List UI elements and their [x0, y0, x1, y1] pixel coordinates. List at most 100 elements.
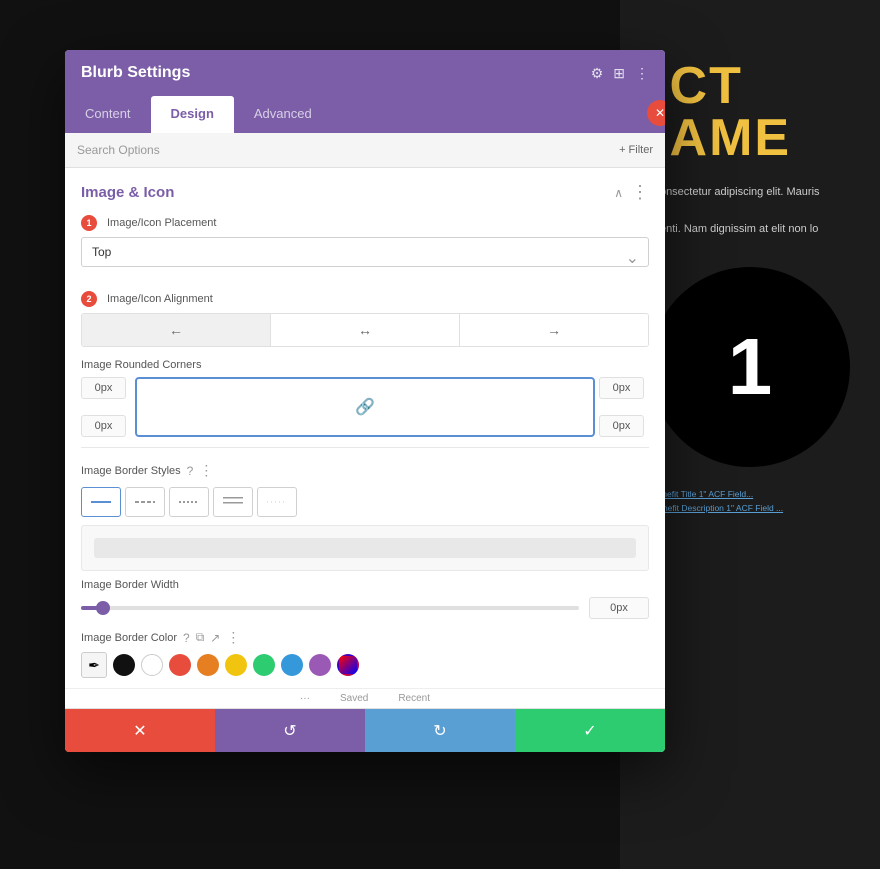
dots-indicator: ···	[300, 693, 310, 704]
image-icon-section: Image & Icon ∧ ⋮ 1 Image/Icon Placement …	[65, 168, 665, 447]
more-icon[interactable]: ⋮	[635, 65, 649, 82]
section-controls: ∧ ⋮	[614, 182, 649, 203]
settings-icon[interactable]: ⚙	[591, 65, 604, 82]
color-swatch-orange[interactable]	[197, 654, 219, 676]
alignment-label: 2 Image/Icon Alignment	[81, 291, 649, 307]
color-swatch-yellow[interactable]	[225, 654, 247, 676]
double-border-icon	[223, 495, 243, 509]
border-style-dashed-2[interactable]	[169, 487, 209, 517]
section-more-icon[interactable]: ⋮	[631, 182, 649, 203]
save-icon: ✓	[583, 721, 596, 741]
corner-bl-input[interactable]	[81, 415, 126, 437]
slider-thumb[interactable]	[96, 601, 110, 615]
color-swatch-white[interactable]	[141, 654, 163, 676]
saved-label: Saved	[340, 693, 368, 704]
corner-br-input[interactable]	[599, 415, 644, 437]
filter-label: + Filter	[619, 144, 653, 156]
redo-button[interactable]: ↻	[365, 709, 515, 752]
color-swatch-green[interactable]	[253, 654, 275, 676]
preview-number: 1	[728, 321, 773, 413]
border-inner-box	[81, 525, 649, 571]
tab-content[interactable]: Content	[65, 96, 151, 133]
section-title: Image & Icon	[81, 184, 174, 201]
color-swatch-black[interactable]	[113, 654, 135, 676]
border-style-options	[81, 487, 649, 517]
border-color-label-text: Image Border Color	[81, 632, 177, 644]
panel-header-icons: ⚙ ⊞ ⋮	[591, 65, 649, 82]
align-left-button[interactable]: ←	[82, 314, 271, 346]
border-inner-swatch	[94, 538, 636, 558]
cancel-button[interactable]: ✕	[65, 709, 215, 752]
border-width-value[interactable]	[589, 597, 649, 619]
corner-link-icon[interactable]: 🔗	[135, 377, 595, 437]
footer-saved-row: ··· Saved Recent	[65, 688, 665, 708]
preview-circle: 1	[650, 267, 850, 467]
alignment-label-text: Image/Icon Alignment	[107, 293, 213, 305]
placement-select[interactable]: Top Left Right Bottom	[81, 237, 649, 267]
placement-badge: 1	[81, 215, 97, 231]
filter-button[interactable]: + Filter	[619, 144, 653, 156]
placement-label-text: Image/Icon Placement	[107, 217, 216, 229]
border-styles-label: Image Border Styles	[81, 465, 181, 477]
solid-border-icon	[91, 496, 111, 508]
eyedropper-button[interactable]: ✒	[81, 652, 107, 678]
grid-icon[interactable]: ⊞	[613, 65, 625, 82]
dashed-border-icon-1	[135, 496, 155, 508]
search-bar: Search Options + Filter	[65, 133, 665, 168]
color-swatch-purple[interactable]	[309, 654, 331, 676]
panel-body: Image & Icon ∧ ⋮ 1 Image/Icon Placement …	[65, 168, 665, 688]
color-swatch-red[interactable]	[169, 654, 191, 676]
border-styles-section: Image Border Styles ? ⋮	[65, 448, 665, 688]
border-style-solid[interactable]	[81, 487, 121, 517]
border-style-dashed-1[interactable]	[125, 487, 165, 517]
border-style-double[interactable]	[213, 487, 253, 517]
placement-select-wrap: Top Left Right Bottom	[81, 237, 649, 279]
corner-tr-input[interactable]	[599, 377, 644, 399]
link-icon: 🔗	[355, 397, 375, 417]
section-collapse-icon[interactable]: ∧	[614, 186, 623, 200]
border-color-help-icon[interactable]: ?	[183, 631, 190, 645]
cancel-icon: ✕	[133, 721, 146, 741]
search-options-input[interactable]: Search Options	[77, 143, 619, 157]
alignment-badge: 2	[81, 291, 97, 307]
blurb-settings-panel: Blurb Settings ⚙ ⊞ ⋮ Content Design Adva…	[65, 50, 665, 752]
border-color-copy-icon[interactable]: ⧉	[196, 630, 205, 645]
border-styles-more-icon[interactable]: ⋮	[199, 462, 213, 479]
border-style-none[interactable]	[257, 487, 297, 517]
save-button[interactable]: ✓	[515, 709, 665, 752]
section-header: Image & Icon ∧ ⋮	[81, 182, 649, 203]
corner-tl-input[interactable]	[81, 377, 126, 399]
border-width-slider-wrap	[81, 606, 579, 610]
color-swatches-row: ✒	[81, 652, 649, 678]
eyedropper-icon: ✒	[88, 657, 100, 674]
reset-button[interactable]: ↺	[215, 709, 365, 752]
align-right-button[interactable]: →	[460, 314, 648, 346]
redo-icon: ↻	[433, 721, 446, 741]
border-width-slider[interactable]	[81, 606, 579, 610]
tab-advanced[interactable]: Advanced	[234, 96, 332, 133]
tab-design[interactable]: Design	[151, 96, 234, 133]
panel-header: Blurb Settings ⚙ ⊞ ⋮	[65, 50, 665, 96]
border-color-arrow-icon[interactable]: ↗	[210, 631, 220, 645]
dashed-border-icon-2	[179, 496, 199, 508]
panel-title: Blurb Settings	[81, 64, 190, 82]
border-width-row	[81, 597, 649, 619]
placement-label: 1 Image/Icon Placement	[81, 215, 649, 231]
border-width-label-text: Image Border Width	[81, 579, 179, 591]
border-styles-help-icon[interactable]: ?	[187, 464, 194, 478]
border-width-label: Image Border Width	[81, 579, 649, 591]
border-color-label: Image Border Color ? ⧉ ↗ ⋮	[81, 629, 649, 646]
color-swatch-multicolor[interactable]	[337, 654, 359, 676]
border-color-more-icon[interactable]: ⋮	[226, 629, 240, 646]
rounded-corners-label: Image Rounded Corners	[81, 359, 649, 371]
color-swatch-blue[interactable]	[281, 654, 303, 676]
panel-footer: ✕ ↺ ↻ ✓	[65, 708, 665, 752]
search-placeholder: Search Options	[77, 143, 160, 157]
recent-label: Recent	[398, 693, 430, 704]
alignment-group: ← ↔ →	[81, 313, 649, 347]
panel-scroll-area[interactable]: Image & Icon ∧ ⋮ 1 Image/Icon Placement …	[65, 168, 665, 688]
panel-close-button[interactable]: ✕	[647, 100, 665, 126]
corners-inputs-grid: 🔗	[81, 377, 649, 437]
align-center-button[interactable]: ↔	[271, 314, 460, 346]
no-border-icon	[267, 496, 287, 508]
